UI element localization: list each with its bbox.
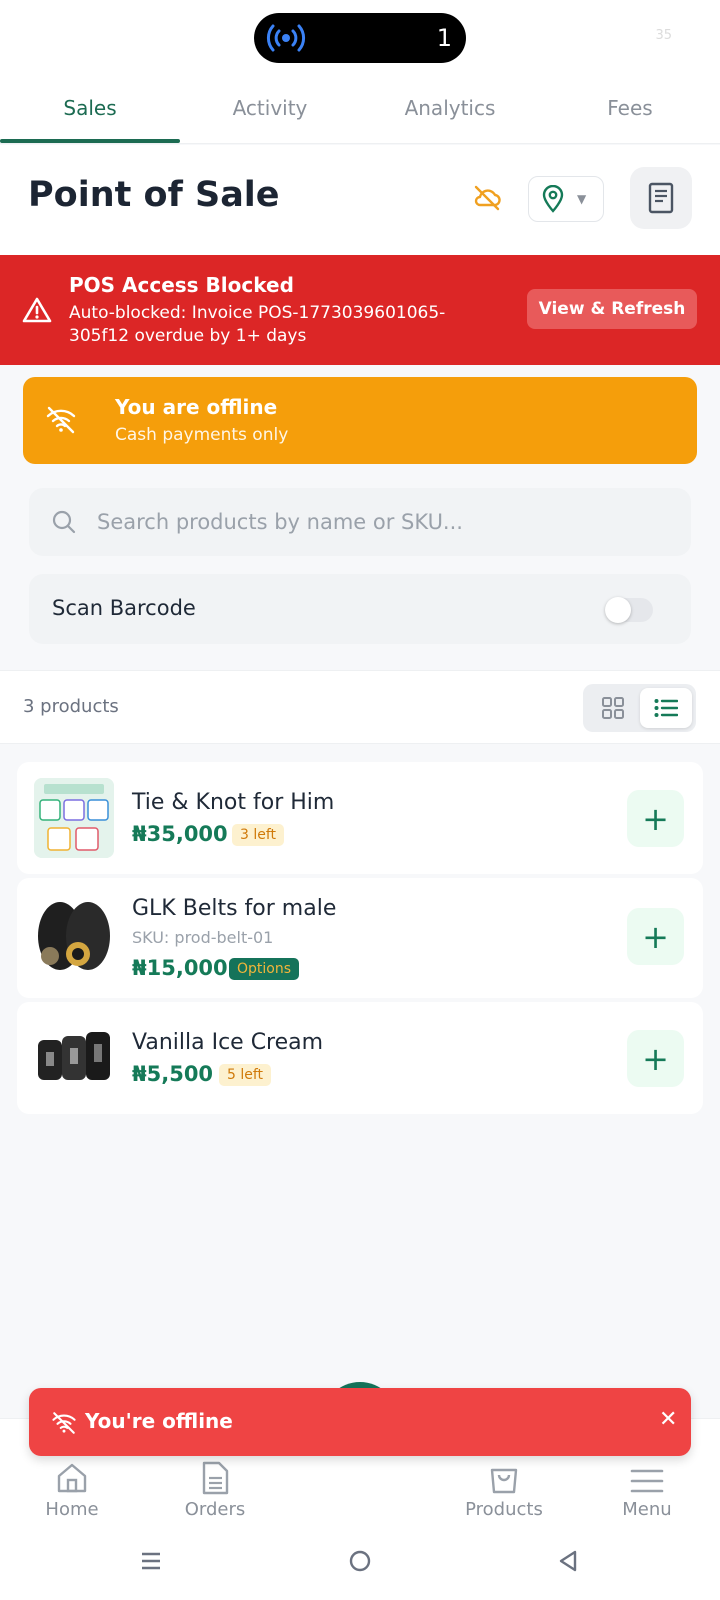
- recent-apps-icon[interactable]: [139, 1546, 163, 1576]
- chevron-down-icon: ▼: [577, 192, 587, 206]
- tab-sales[interactable]: Sales: [0, 78, 180, 143]
- product-thumbnail: [34, 1018, 114, 1098]
- document-icon: [202, 1461, 229, 1495]
- offline-toast: You're offline ✕: [29, 1388, 691, 1456]
- product-price: ₦5,500: [132, 1062, 214, 1086]
- offline-title: You are offline: [115, 395, 278, 419]
- scan-barcode-row: Scan Barcode: [29, 574, 691, 644]
- tab-activity[interactable]: Activity: [180, 78, 360, 143]
- grid-icon: [602, 697, 624, 719]
- stock-badge: 5 left: [219, 1064, 272, 1086]
- receipt-button[interactable]: [630, 167, 692, 229]
- add-to-cart-button[interactable]: +: [627, 908, 684, 965]
- home-circle-icon[interactable]: [347, 1546, 373, 1576]
- list-view-button[interactable]: [640, 688, 692, 728]
- add-to-cart-button[interactable]: +: [627, 1030, 684, 1087]
- plus-icon: +: [642, 799, 669, 838]
- nav-menu[interactable]: Menu: [592, 1455, 702, 1520]
- nav-products-label: Products: [465, 1499, 543, 1520]
- product-row[interactable]: Tie & Knot for Him ₦35,000 3 left +: [17, 762, 703, 874]
- status-bar: 1 35: [0, 0, 720, 78]
- toast-message: You're offline: [85, 1409, 233, 1433]
- broadcast-icon: [266, 24, 306, 52]
- product-name: GLK Belts for male: [132, 896, 337, 921]
- pos-blocked-alert: POS Access Blocked Auto-blocked: Invoice…: [0, 255, 720, 365]
- product-row[interactable]: Vanilla Ice Cream ₦5,500 5 left +: [17, 1002, 703, 1114]
- alert-title: POS Access Blocked: [69, 273, 294, 297]
- scan-barcode-toggle[interactable]: [605, 597, 653, 623]
- alert-message: Auto-blocked: Invoice POS-1773039601065-…: [69, 303, 446, 346]
- back-triangle-icon[interactable]: [556, 1546, 580, 1576]
- search-placeholder: Search products by name or SKU...: [97, 510, 463, 534]
- offline-banner: You are offline Cash payments only: [23, 377, 697, 464]
- search-icon: [52, 510, 76, 534]
- product-count: 3 products: [23, 696, 119, 717]
- product-price: ₦35,000: [132, 822, 228, 846]
- cloud-off-icon[interactable]: [472, 183, 502, 213]
- options-badge: Options: [229, 958, 300, 980]
- nav-menu-label: Menu: [622, 1499, 672, 1520]
- nav-home[interactable]: Home: [17, 1455, 127, 1520]
- nav-orders[interactable]: Orders: [160, 1455, 270, 1520]
- plus-icon: +: [642, 1039, 669, 1078]
- system-navigation-bar: [0, 1524, 720, 1600]
- page-header: Point of Sale ▼: [0, 145, 720, 255]
- product-sku: SKU: prod-belt-01: [132, 928, 274, 947]
- status-text: 35: [655, 28, 672, 43]
- add-to-cart-button[interactable]: +: [627, 790, 684, 847]
- wifi-off-icon: [52, 1412, 76, 1434]
- tab-analytics[interactable]: Analytics: [360, 78, 540, 143]
- product-row[interactable]: GLK Belts for male SKU: prod-belt-01 ₦15…: [17, 878, 703, 998]
- stock-badge: 3 left: [232, 824, 285, 846]
- product-price: ₦15,000: [132, 956, 228, 980]
- nav-products[interactable]: Products: [449, 1455, 559, 1520]
- product-thumbnail: [34, 896, 114, 976]
- plus-icon: +: [642, 917, 669, 956]
- close-icon[interactable]: ✕: [659, 1407, 677, 1432]
- view-mode-toggle: [583, 684, 696, 732]
- warning-icon: [22, 297, 52, 323]
- location-picker[interactable]: ▼: [528, 176, 604, 222]
- scan-barcode-label: Scan Barcode: [52, 596, 196, 620]
- nav-orders-label: Orders: [184, 1499, 246, 1520]
- search-input[interactable]: Search products by name or SKU...: [29, 488, 691, 556]
- location-pin-icon: [542, 185, 564, 213]
- page-title: Point of Sale: [28, 175, 280, 215]
- island-count: 1: [436, 24, 452, 52]
- tab-fees[interactable]: Fees: [540, 78, 720, 143]
- toggle-knob: [605, 597, 631, 623]
- nav-home-label: Home: [45, 1499, 99, 1520]
- list-icon: [654, 699, 678, 717]
- top-tabs: Sales Activity Analytics Fees: [0, 78, 720, 144]
- home-icon: [57, 1463, 87, 1493]
- hamburger-menu-icon: [630, 1469, 664, 1493]
- product-count-bar: 3 products: [0, 670, 720, 744]
- receipt-icon: [648, 182, 674, 214]
- grid-view-button[interactable]: [587, 688, 639, 728]
- view-refresh-button[interactable]: View & Refresh: [527, 289, 697, 329]
- shopping-bag-icon: [490, 1468, 518, 1494]
- offline-subtitle: Cash payments only: [115, 425, 289, 445]
- product-name: Vanilla Ice Cream: [132, 1030, 324, 1055]
- product-thumbnail: [34, 778, 114, 858]
- product-name: Tie & Knot for Him: [132, 790, 335, 815]
- wifi-off-icon: [46, 406, 76, 434]
- dynamic-island: 1: [254, 13, 466, 63]
